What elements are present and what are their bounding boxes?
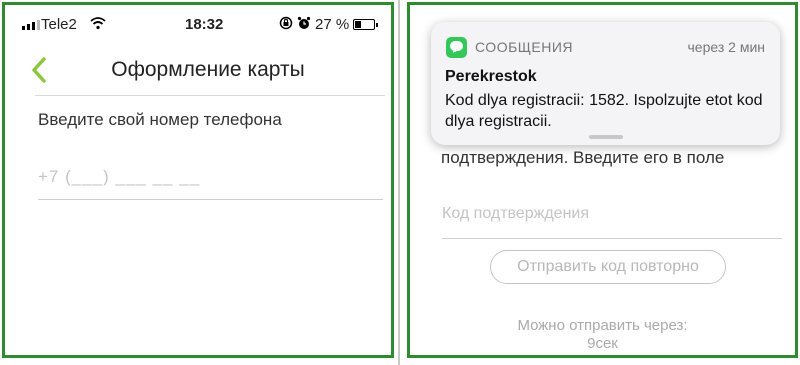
page-title: Оформление карты [111, 58, 305, 81]
signal-bars-icon [22, 20, 40, 30]
phone-number-input[interactable] [38, 155, 383, 200]
carrier-name: Tele2 [41, 16, 77, 33]
panel-divider [398, 0, 400, 365]
battery-percent: 27 % [315, 16, 350, 33]
sms-notification-banner[interactable]: СООБЩЕНИЯ через 2 мин Perekrestok Kod dl… [431, 22, 780, 145]
messages-icon [446, 37, 467, 58]
resend-timer-value: 9сек [587, 335, 618, 352]
registration-phone-screen: Tele2 18:32 27 % Оформление карты Введит… [2, 2, 394, 358]
battery-icon [353, 19, 378, 30]
sms-code-screen: подтверждения. Введите его в поле Отправ… [407, 2, 798, 358]
notification-sender: Perekrestok [445, 68, 537, 85]
nav-divider [35, 95, 385, 96]
status-bar: Tele2 18:32 27 % [5, 5, 391, 39]
notification-body: Kod dlya registracii: 1582. Ispolzujte e… [445, 92, 763, 130]
notification-app-name: СООБЩЕНИЯ [475, 39, 574, 55]
notification-grab-handle[interactable] [589, 135, 623, 139]
wifi-icon [90, 17, 106, 30]
resend-timer-label: Можно отправить через: [517, 317, 688, 334]
resend-code-button[interactable]: Отправить код повторно [490, 250, 726, 284]
phone-prompt-label: Введите свой номер телефона [38, 110, 282, 129]
instruction-text: подтверждения. Введите его в поле [441, 148, 725, 167]
alarm-icon [297, 16, 311, 29]
status-time: 18:32 [185, 16, 224, 33]
notification-time: через 2 мин [687, 39, 765, 55]
confirmation-code-input[interactable] [442, 190, 782, 239]
rotation-lock-icon [279, 16, 293, 30]
